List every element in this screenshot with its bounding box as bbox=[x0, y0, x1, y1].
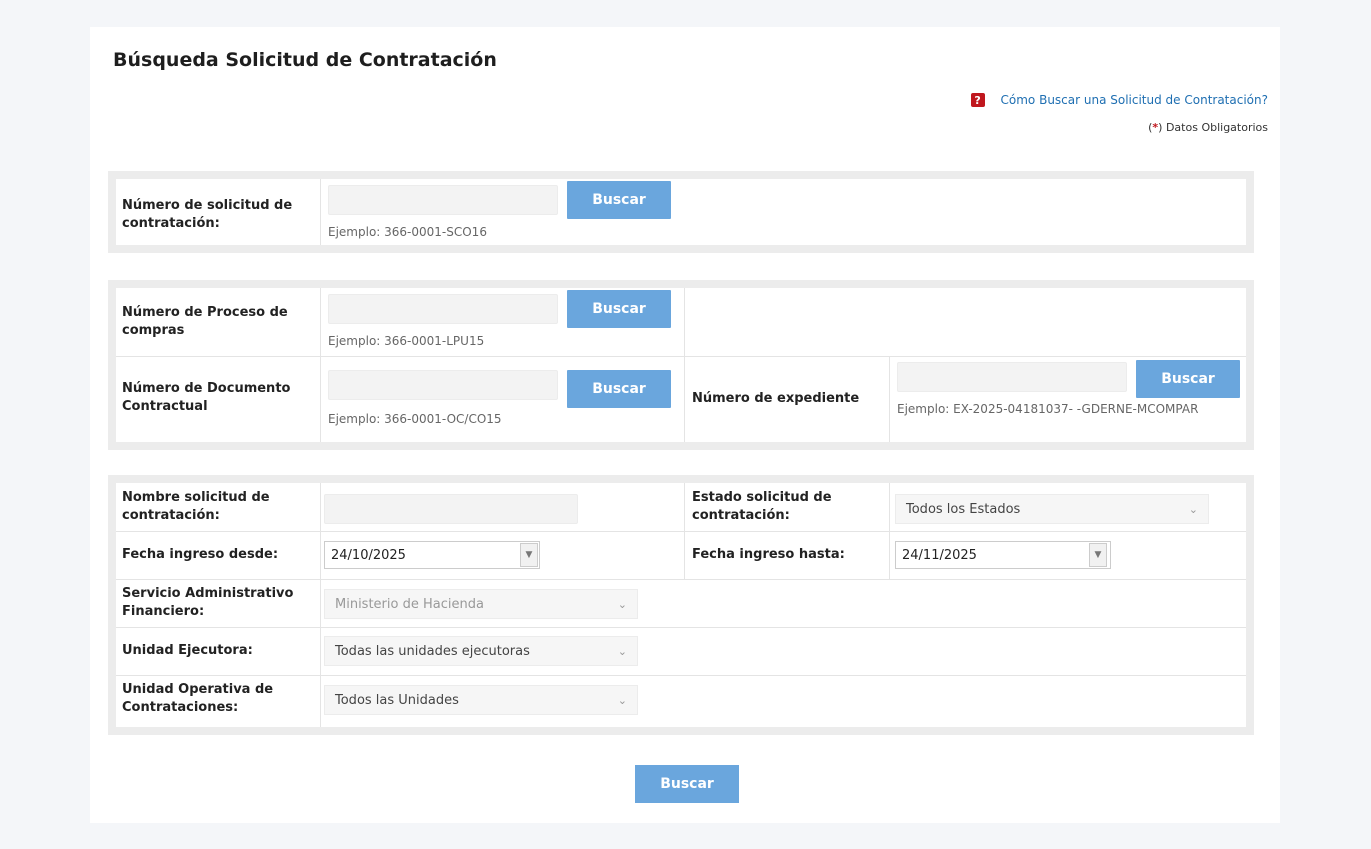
chevron-down-icon: ⌄ bbox=[617, 597, 627, 611]
fecha-row: Fecha ingreso desde: 24/10/2025 ▼ Fecha … bbox=[116, 531, 1246, 580]
documento-hint: Ejemplo: 366-0001-OC/CO15 bbox=[328, 412, 502, 426]
documento-buscar-button[interactable]: Buscar bbox=[567, 370, 671, 408]
help-link[interactable]: Cómo Buscar una Solicitud de Contratació… bbox=[1001, 93, 1268, 107]
page-title: Búsqueda Solicitud de Contratación bbox=[113, 49, 497, 71]
nombre-label: Nombre solicitud de contratación: bbox=[122, 490, 270, 523]
calendar-icon[interactable]: ▼ bbox=[520, 543, 538, 567]
unidad-ejecutora-row: Unidad Ejecutora: Todas las unidades eje… bbox=[116, 627, 1246, 676]
fecha-hasta-label: Fecha ingreso hasta: bbox=[692, 547, 845, 562]
uoc-label: Unidad Operativa de Contrataciones: bbox=[122, 682, 274, 715]
uoc-row: Unidad Operativa de Contrataciones: Todo… bbox=[116, 675, 1246, 727]
documento-label: Número de Documento Contractual bbox=[122, 381, 291, 414]
saf-select-value: Ministerio de Hacienda bbox=[335, 596, 484, 612]
filters-panel: Nombre solicitud de contratación: Estado… bbox=[108, 475, 1254, 735]
proceso-hint: Ejemplo: 366-0001-LPU15 bbox=[328, 334, 485, 348]
solicitud-label: Número de solicitud de contratación: bbox=[122, 198, 293, 231]
estado-label: Estado solicitud de contratación: bbox=[692, 490, 832, 523]
solicitud-hint: Ejemplo: 366-0001-SCO16 bbox=[328, 225, 487, 239]
nombre-input[interactable] bbox=[324, 494, 578, 524]
nombre-row: Nombre solicitud de contratación: Estado… bbox=[116, 483, 1246, 532]
calendar-icon[interactable]: ▼ bbox=[1089, 543, 1107, 567]
fecha-hasta-input[interactable]: 24/11/2025 bbox=[895, 541, 1111, 569]
proceso-row: Número de Proceso de compras Buscar Ejem… bbox=[116, 288, 1246, 357]
estado-select[interactable]: Todos los Estados ⌄ bbox=[895, 494, 1209, 524]
expediente-input[interactable] bbox=[897, 362, 1127, 392]
estado-select-value: Todos los Estados bbox=[906, 501, 1021, 517]
documento-input[interactable] bbox=[328, 370, 558, 400]
unidad-ejecutora-value: Todas las unidades ejecutoras bbox=[335, 643, 530, 659]
chevron-down-icon: ⌄ bbox=[1188, 502, 1198, 516]
solicitud-buscar-button[interactable]: Buscar bbox=[567, 181, 671, 219]
proceso-label: Número de Proceso de compras bbox=[122, 305, 288, 338]
unidad-ejecutora-select[interactable]: Todas las unidades ejecutoras ⌄ bbox=[324, 636, 638, 666]
proceso-buscar-button[interactable]: Buscar bbox=[567, 290, 671, 328]
chevron-down-icon: ⌄ bbox=[617, 693, 627, 707]
fecha-desde-input[interactable]: 24/10/2025 bbox=[324, 541, 540, 569]
proceso-panel: Número de Proceso de compras Buscar Ejem… bbox=[108, 280, 1254, 450]
uoc-select[interactable]: Todos las Unidades ⌄ bbox=[324, 685, 638, 715]
saf-row: Servicio Administrativo Financiero: Mini… bbox=[116, 579, 1246, 628]
solicitud-input[interactable] bbox=[328, 185, 558, 215]
required-text: ) Datos Obligatorios bbox=[1158, 121, 1268, 134]
expediente-buscar-button[interactable]: Buscar bbox=[1136, 360, 1240, 398]
saf-label: Servicio Administrativo Financiero: bbox=[122, 586, 294, 619]
unidad-ejecutora-label: Unidad Ejecutora: bbox=[122, 643, 253, 658]
proceso-input[interactable] bbox=[328, 294, 558, 324]
search-card: Búsqueda Solicitud de Contratación ? Cóm… bbox=[90, 27, 1280, 823]
required-note: (*) Datos Obligatorios bbox=[1148, 121, 1268, 134]
solicitud-panel: Número de solicitud de contratación: Bus… bbox=[108, 171, 1254, 253]
expediente-label: Número de expediente bbox=[692, 391, 860, 406]
fecha-desde-label: Fecha ingreso desde: bbox=[122, 547, 279, 562]
saf-select[interactable]: Ministerio de Hacienda ⌄ bbox=[324, 589, 638, 619]
help-link-row[interactable]: ? Cómo Buscar una Solicitud de Contratac… bbox=[970, 93, 1268, 107]
help-icon[interactable]: ? bbox=[970, 93, 985, 107]
chevron-down-icon: ⌄ bbox=[617, 644, 627, 658]
expediente-hint: Ejemplo: EX-2025-04181037- -GDERNE-MCOMP… bbox=[897, 402, 1199, 416]
solicitud-row: Número de solicitud de contratación: Bus… bbox=[116, 179, 1246, 245]
documento-row: Número de Documento Contractual Buscar E… bbox=[116, 356, 1246, 442]
uoc-value: Todos las Unidades bbox=[335, 692, 459, 708]
main-buscar-button[interactable]: Buscar bbox=[635, 765, 739, 803]
